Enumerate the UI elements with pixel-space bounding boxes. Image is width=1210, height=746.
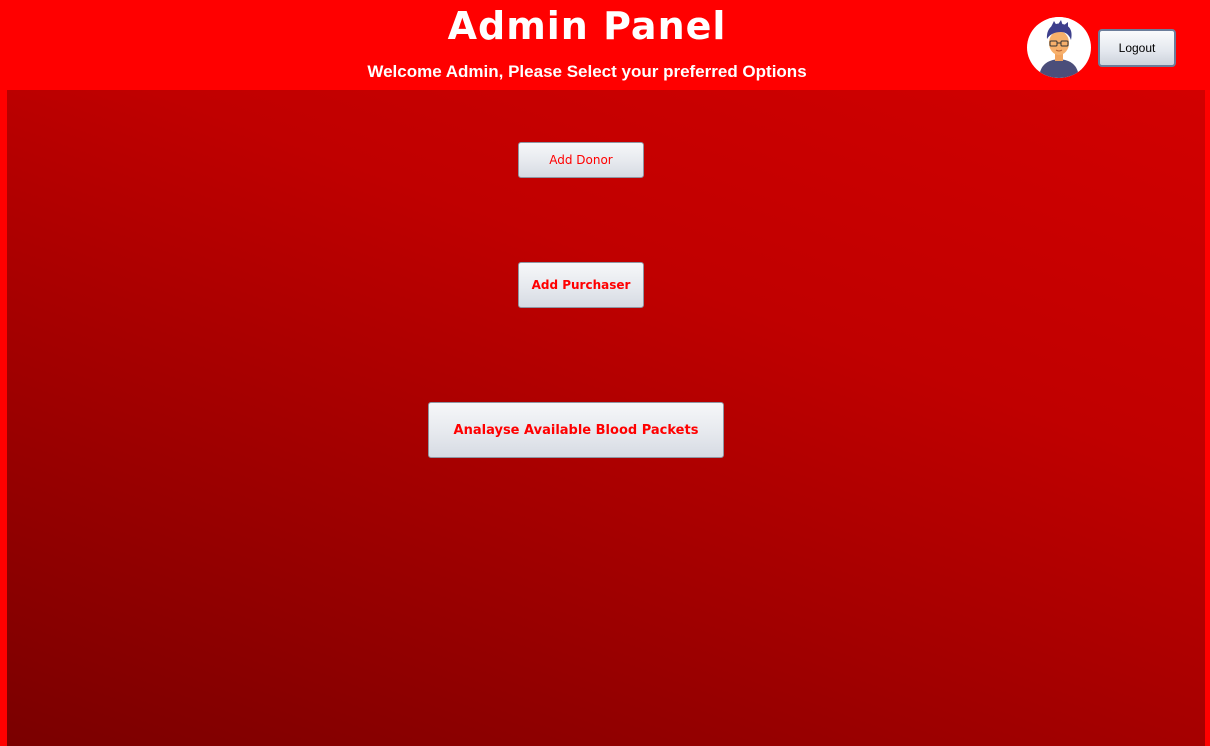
analyse-blood-packets-button[interactable]: Analayse Available Blood Packets — [428, 402, 724, 458]
header-bar: Admin Panel Welcome Admin, Please Select… — [0, 0, 1210, 90]
page-title: Admin Panel — [447, 4, 727, 48]
main-panel: Add Donor Add Purchaser Analayse Availab… — [7, 90, 1205, 746]
add-purchaser-button[interactable]: Add Purchaser — [518, 262, 644, 308]
user-avatar-icon — [1027, 17, 1091, 78]
welcome-subtitle: Welcome Admin, Please Select your prefer… — [367, 62, 807, 81]
logout-button[interactable]: Logout — [1098, 29, 1176, 67]
add-donor-button[interactable]: Add Donor — [518, 142, 644, 178]
